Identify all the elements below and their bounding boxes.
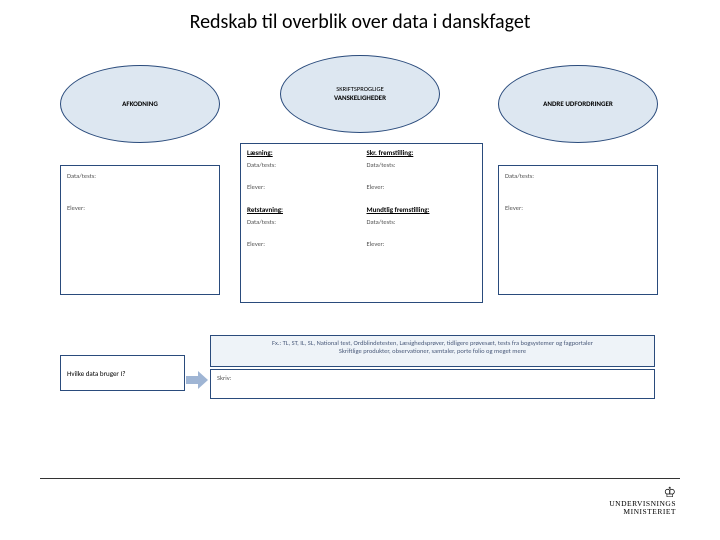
header-laesning: Læsning: [247,148,357,157]
left-column-box: Data/tests: Elever: [60,165,220,295]
ministry-logo: ♔ UNDERVISNINGS MINISTERIET [586,486,676,517]
field-elever-right: Elever: [505,204,651,212]
ellipse-center-main: VANSKELIGHEDER [334,94,386,102]
info-strip: Fx.: TL, ST, IL, SL, National test, Ordb… [210,335,655,367]
field-data-tests-c1: Data/tests: [247,161,357,169]
field-data-tests-c2: Data/tests: [367,161,477,169]
center-column-box: Læsning: Data/tests: Elever: Skr. fremst… [240,143,483,303]
write-box: Skriv: [210,369,655,399]
field-data-tests-right: Data/tests: [505,172,651,180]
field-elever-c2: Elever: [367,183,477,191]
ellipse-left-label: AFKODNING [122,100,158,108]
info-line2: Skriftlige produkter, observationer, sam… [217,347,648,355]
footer-divider [40,478,680,479]
field-data-tests-left: Data/tests: [67,172,213,180]
field-data-tests-c3: Data/tests: [247,218,357,226]
question-text: Hvilke data bruger I? [67,369,125,378]
field-elever-c4: Elever: [367,240,477,248]
header-retstavning: Retstavning: [247,205,357,214]
logo-line2: MINISTERIET [586,508,676,516]
field-data-tests-c4: Data/tests: [367,218,477,226]
diagram-area: AFKODNING SKRIFTSPROGLIGE VANSKELIGHEDER… [60,55,660,435]
field-elever-c1: Elever: [247,183,357,191]
ellipse-right-label: ANDRE UDFORDRINGER [543,100,613,108]
ellipse-center-text: SKRIFTSPROGLIGE VANSKELIGHEDER [334,86,386,102]
write-label: Skriv: [217,374,231,382]
ellipse-andre: ANDRE UDFORDRINGER [498,65,658,143]
right-column-box: Data/tests: Elever: [498,165,658,295]
header-skr-frem: Skr. fremstilling: [367,148,477,157]
ellipse-afkodning: AFKODNING [60,65,220,143]
ellipse-skriftsproglige: SKRIFTSPROGLIGE VANSKELIGHEDER [280,55,440,133]
page-title: Redskab til overblik over data i danskfa… [0,10,720,34]
question-box: Hvilke data bruger I? [60,355,185,391]
header-mundtlig: Mundtlig fremstilling: [367,205,477,214]
field-elever-c3: Elever: [247,240,357,248]
info-line1: Fx.: TL, ST, IL, SL, National test, Ordb… [217,339,648,347]
field-elever-left: Elever: [67,204,213,212]
crown-icon: ♔ [586,486,676,500]
arrow-right-icon [186,371,208,389]
